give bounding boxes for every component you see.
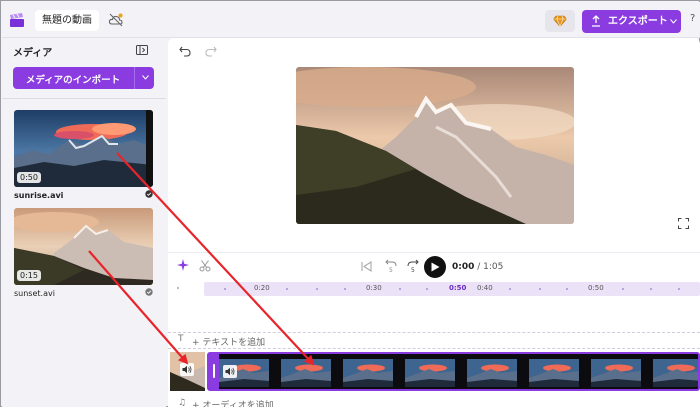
speaker-icon: [182, 365, 192, 374]
tick-label: 0:40: [477, 284, 493, 292]
clip-frame-image: [281, 359, 331, 387]
premium-button[interactable]: [545, 10, 575, 32]
clip-frame-image: [653, 359, 698, 387]
audio-track[interactable]: ♫ + オーディオを追加: [168, 398, 700, 407]
playback-controls: 5 5 0:00 / 1:05: [168, 252, 700, 282]
button-divider: [134, 67, 135, 89]
clip-frame-image: [405, 359, 455, 387]
ruler-dot: [622, 288, 624, 290]
ruler-dot: [426, 288, 428, 290]
ruler-dot: [399, 288, 401, 290]
play-icon: [431, 262, 440, 272]
add-text-label[interactable]: + テキストを追加: [192, 335, 265, 348]
checkmark-icon: [145, 288, 153, 296]
skip-to-start-icon[interactable]: [361, 261, 372, 272]
import-media-label: メディアのインポート: [25, 75, 121, 86]
media-panel: メディア メディアのインポート 0:50 sunrise.avi 0:15 su…: [2, 38, 166, 407]
media-filename: sunrise.avi: [14, 191, 64, 200]
import-media-button[interactable]: メディアのインポート: [13, 67, 154, 89]
tick-label: 0:20: [254, 284, 270, 292]
media-item-sunrise[interactable]: 0:50 sunrise.avi: [14, 110, 153, 200]
sparkle-icon[interactable]: [177, 259, 189, 271]
preview-canvas: [168, 38, 700, 252]
media-filename: sunset.avi: [14, 289, 55, 298]
time-display: 0:00 / 1:05: [452, 262, 503, 272]
export-label: エクスポート: [608, 16, 668, 27]
export-button[interactable]: エクスポート: [582, 10, 681, 33]
video-clip-sunrise[interactable]: [207, 352, 700, 391]
divider: [2, 98, 166, 99]
ruler-dot: [678, 288, 680, 290]
preview-frame-image: [296, 67, 574, 224]
ruler-dot: [566, 288, 568, 290]
total-time: 1:05: [483, 262, 504, 272]
text-icon: T: [178, 334, 184, 344]
duration-badge: 0:15: [17, 270, 41, 281]
help-button[interactable]: ?: [690, 13, 695, 24]
music-note-icon: ♫: [178, 398, 187, 407]
ruler-dot: [224, 288, 226, 290]
video-preview[interactable]: [296, 67, 574, 224]
rewind-seconds: 5: [389, 267, 393, 274]
video-track: [170, 352, 700, 391]
speaker-icon: [225, 367, 235, 376]
tick-label: 0:30: [366, 284, 382, 292]
media-panel-title: メディア: [13, 48, 53, 59]
playhead-time[interactable]: 0:50: [449, 284, 466, 292]
clip-frame-image: [591, 359, 641, 387]
time-ruler[interactable]: 0:20 0:30 0:50 0:40 0:50: [204, 282, 700, 296]
media-thumbnail[interactable]: 0:15: [14, 208, 153, 285]
chevron-down-icon[interactable]: [142, 75, 149, 80]
ruler-dot: [509, 288, 511, 290]
ruler-marker: [177, 287, 179, 289]
ruler-dot: [286, 288, 288, 290]
volume-button[interactable]: [180, 363, 194, 376]
ruler-dot: [650, 288, 652, 290]
redo-icon[interactable]: [205, 46, 217, 57]
rewind-5-icon[interactable]: 5: [384, 258, 398, 274]
scissors-icon[interactable]: [199, 260, 211, 272]
clip-frame-image: [467, 359, 517, 387]
add-audio-label[interactable]: + オーディオを追加: [192, 398, 274, 407]
time-separator: /: [474, 262, 484, 272]
tick-label: 0:50: [588, 284, 604, 292]
trim-handle[interactable]: [209, 354, 219, 389]
media-thumbnail[interactable]: 0:50: [14, 110, 153, 187]
ruler-dot: [344, 288, 346, 290]
diamond-icon: [553, 15, 567, 27]
play-button[interactable]: [424, 256, 446, 278]
clip-frame-image: [343, 359, 393, 387]
video-clip-sunset[interactable]: [170, 352, 205, 391]
cloud-off-icon[interactable]: [108, 12, 124, 28]
clipchamp-logo-icon: [10, 13, 24, 27]
top-bar: 無題の動画 エクスポート ?: [2, 2, 700, 38]
forward-seconds: 5: [411, 267, 415, 274]
fullscreen-icon[interactable]: [678, 218, 689, 229]
upload-icon: [592, 15, 600, 27]
current-time: 0:00: [452, 262, 475, 272]
checkmark-icon: [145, 190, 153, 198]
collapse-panel-icon[interactable]: [136, 45, 148, 55]
chevron-down-icon: [670, 19, 677, 24]
media-item-sunset[interactable]: 0:15 sunset.avi: [14, 208, 153, 298]
ruler-dot: [539, 288, 541, 290]
app-window: 無題の動画 エクスポート ? メディア メディアのインポート 0:50 sunr…: [0, 0, 700, 407]
undo-icon[interactable]: [179, 46, 191, 57]
ruler-dot: [316, 288, 318, 290]
clip-frame-image: [529, 359, 579, 387]
clip-filmstrip: [219, 359, 698, 387]
volume-button[interactable]: [223, 365, 237, 378]
duration-badge: 0:50: [17, 172, 41, 183]
text-track[interactable]: T + テキストを追加: [168, 332, 700, 349]
project-title[interactable]: 無題の動画: [35, 10, 99, 31]
forward-5-icon[interactable]: 5: [406, 258, 420, 274]
